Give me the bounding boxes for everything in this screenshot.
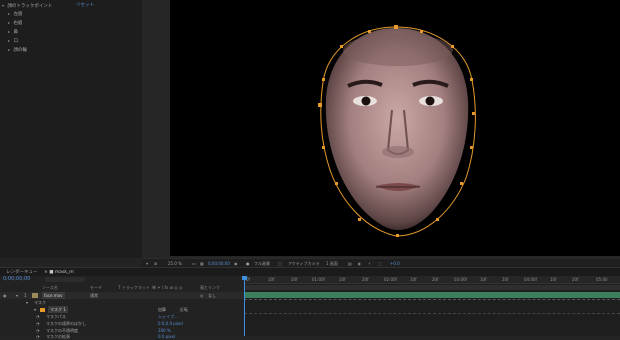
effect-item-label: 口 <box>13 39 18 44</box>
effect-item-label: 左眉 <box>13 12 23 17</box>
timeline-track-area[interactable]: 0f 10f 20f 01:00f 10f 20f 02:00f 10f 20f… <box>242 276 620 336</box>
column-mode[interactable]: モード <box>90 284 102 291</box>
ruler-label: 04:00f <box>524 277 537 282</box>
ruler-label: 03:00f <box>454 277 467 282</box>
stopwatch-icon[interactable]: ◔ <box>36 313 40 320</box>
mask-path-value[interactable]: シェイプ... <box>158 313 178 320</box>
face-with-mask-image <box>318 25 476 237</box>
effect-item-label: 顔の輪 <box>13 48 27 53</box>
spiral-icon[interactable]: ◎ <box>200 292 204 299</box>
layer-row[interactable]: ◉ ▾ 1 face.mov 通常 ◎ なし <box>0 292 244 299</box>
masks-label: マスク <box>34 300 46 305</box>
collapse-triangle-icon[interactable]: ▸ <box>6 9 12 18</box>
collapse-triangle-icon[interactable]: ▸ <box>6 18 12 27</box>
effect-item-label: 右眉 <box>13 21 23 26</box>
reset-link[interactable]: リセット <box>76 1 94 10</box>
eye-icon[interactable]: ◉ <box>3 292 7 299</box>
ruler-label: 05:00 <box>596 277 608 282</box>
ruler-label: 10f <box>410 277 417 282</box>
effect-item-face-outline[interactable]: ▸ 顔の輪 <box>6 45 27 54</box>
invert-checkbox[interactable]: 反転 <box>180 306 188 313</box>
time-ruler[interactable]: 0f 10f 20f 01:00f 10f 20f 02:00f 10f 20f… <box>244 276 620 284</box>
stopwatch-icon[interactable]: ◔ <box>36 333 40 340</box>
current-time-indicator[interactable] <box>244 276 245 336</box>
ruler-label: 20f <box>291 277 298 282</box>
stopwatch-icon[interactable]: ◔ <box>36 320 40 327</box>
effect-item-mouth[interactable]: ▸ 口 <box>6 36 18 45</box>
column-switches[interactable]: 単 ✶ \ fx ⊞ ◎ ◎ <box>152 284 182 291</box>
mask-expansion-row[interactable]: ◔ マスクの拡張 0.0 pixel <box>0 333 244 340</box>
column-trkmat[interactable]: T トラックマット <box>118 284 150 291</box>
mask-path-label: マスクパス <box>46 314 66 319</box>
collapse-triangle-icon[interactable]: ▸ <box>6 36 12 45</box>
collapse-triangle-icon[interactable]: ▸ <box>6 27 12 36</box>
work-area-bar[interactable] <box>244 285 620 290</box>
current-time-value: 0;00;00;00 <box>3 276 31 282</box>
property-track-line <box>244 313 620 315</box>
timeline-layer-panel: 0;00;00;00 ソース名 モード T トラックマット 単 ✶ \ fx ⊞… <box>0 276 244 339</box>
tab-comp-label: mask_m <box>54 270 74 275</box>
mask-feather-value[interactable]: 0.0,0.0 pixel <box>158 320 183 327</box>
composition-canvas[interactable] <box>170 0 620 256</box>
effect-item-label: 鼻 <box>13 30 18 35</box>
mask-feather-label: マスクの境界のぼかし <box>46 321 86 326</box>
column-source-name[interactable]: ソース名 <box>42 284 58 291</box>
expand-triangle-icon[interactable]: ▾ <box>16 292 18 299</box>
ruler-label: 02:00f <box>384 277 397 282</box>
layer-clip-bar[interactable] <box>244 292 620 298</box>
ruler-label: 01:00f <box>312 277 325 282</box>
mask-mode-dropdown[interactable]: 加算 <box>158 306 166 313</box>
ruler-label: 20f <box>362 277 369 282</box>
mask-1-row[interactable]: ▾ マスク 1 加算 反転 <box>0 306 244 313</box>
layer-mode[interactable]: 通常 <box>90 292 98 299</box>
expand-triangle-icon[interactable]: ▾ <box>34 306 36 313</box>
column-parent[interactable]: 親とリンク <box>200 284 220 291</box>
mask-feather-row[interactable]: ◔ マスクの境界のぼかし 0.0,0.0 pixel <box>0 320 244 327</box>
effect-item-nose[interactable]: ▸ 鼻 <box>6 27 18 36</box>
ruler-label: 20f <box>502 277 509 282</box>
effect-item-left-eyebrow[interactable]: ▸ 左眉 <box>6 9 22 18</box>
mask-expansion-label: マスクの拡張 <box>46 334 70 339</box>
ruler-label: 10f <box>268 277 275 282</box>
ruler-label: 10f <box>339 277 346 282</box>
layer-parent[interactable]: なし <box>208 292 216 299</box>
collapse-triangle-icon[interactable]: ▸ <box>6 45 12 54</box>
layer-name[interactable]: face.mov <box>42 292 65 299</box>
mask-expansion-value[interactable]: 0.0 pixel <box>158 333 175 340</box>
mask-path-row[interactable]: ◔ マスクパス シェイプ... <box>0 313 244 320</box>
layer-number: 1 <box>24 293 27 298</box>
column-header-row: ソース名 モード T トラックマット 単 ✶ \ fx ⊞ ◎ ◎ 親とリンク <box>0 284 244 291</box>
ruler-label: 10f <box>480 277 487 282</box>
mask-1-label[interactable]: マスク 1 <box>48 306 68 313</box>
playhead-handle[interactable] <box>242 276 247 280</box>
search-input[interactable] <box>45 277 85 282</box>
mask-track-line <box>244 299 620 301</box>
effect-controls-panel: ▾ 顔のトラックポイント リセット ▸ 左眉 ▸ 右眉 ▸ 鼻 ▸ 口 ▸ 顔の… <box>0 0 143 258</box>
comp-icon: ■ <box>49 270 54 275</box>
mask-color-swatch[interactable] <box>40 307 45 312</box>
masks-group-row[interactable]: ▾ マスク <box>0 299 244 306</box>
expand-triangle-icon[interactable]: ▾ <box>26 299 28 306</box>
layer-label-color[interactable] <box>32 293 38 298</box>
ruler-label: 20f <box>572 277 579 282</box>
effect-item-right-eyebrow[interactable]: ▸ 右眉 <box>6 18 22 27</box>
ruler-label: 20f <box>432 277 439 282</box>
ruler-label: 10f <box>550 277 557 282</box>
current-time-display[interactable]: 0;00;00;00 <box>0 276 244 283</box>
close-icon[interactable]: × <box>44 270 48 275</box>
